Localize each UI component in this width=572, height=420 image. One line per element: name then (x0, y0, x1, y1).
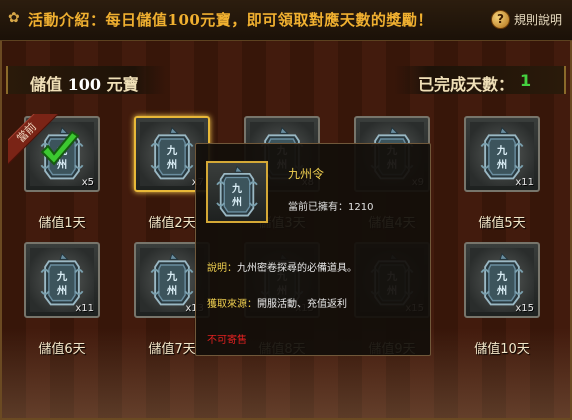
reward-slot-day-5[interactable]: 九 州 x11 (464, 116, 540, 192)
tooltip-source: 獲取來源：開服活動、充值返利 (207, 295, 347, 310)
rules-button[interactable]: ? 規則說明 (490, 8, 562, 30)
token-char-2: 州 (166, 285, 177, 297)
reward-slot-day-10[interactable]: 九 州 x15 (464, 242, 540, 318)
token-char-1: 九 (56, 270, 68, 283)
tooltip-owned-label: 當前已擁有： (288, 202, 348, 213)
token-icon: 九 州 (150, 126, 194, 180)
token-icon: 九 州 (480, 126, 524, 180)
deposit-requirement: 儲值 100 元寶 (30, 71, 139, 95)
flower-icon: ✿ (8, 10, 20, 26)
slot-day-label: 儲值6天 (38, 342, 86, 357)
token-char-1: 九 (231, 182, 242, 195)
token-char-2: 州 (166, 159, 177, 171)
tooltip-desc-label: 說明： (207, 263, 237, 274)
question-icon: ? (490, 9, 510, 29)
deposit-prefix: 儲值 (30, 75, 63, 94)
deposit-suffix: 元寶 (106, 75, 139, 94)
days-completed-container: 1 (520, 71, 532, 90)
token-icon: 九 州 (40, 252, 84, 306)
tooltip-source-label: 獲取來源： (207, 299, 257, 310)
days-completed-value: 1 (520, 71, 532, 90)
token-char-2: 州 (231, 197, 242, 209)
tooltip-description: 說明：九州密卷探尋的必備道具。 (207, 259, 357, 274)
claimed-check-icon (36, 126, 80, 170)
token-char-2: 州 (496, 285, 507, 297)
slot-day-label: 儲值10天 (474, 342, 530, 357)
token-char-2: 州 (496, 159, 507, 171)
slot-day-label: 儲值5天 (478, 216, 526, 231)
token-char-2: 州 (56, 285, 67, 297)
tooltip-owned-count: 1210 (348, 202, 374, 213)
rules-label: 規則說明 (513, 12, 562, 27)
tooltip-item-name: 九州令 (288, 167, 325, 181)
slot-quantity: x5 (81, 177, 94, 188)
days-completed-label: 已完成天數： (417, 75, 514, 94)
deposit-amount: 100 (67, 75, 101, 94)
intro-text: 活動介紹：每日儲值100元寶，即可領取對應天數的獎勵！ (28, 11, 433, 29)
token-char-1: 九 (166, 144, 178, 157)
token-char-1: 九 (496, 270, 508, 283)
slot-quantity: x15 (515, 303, 534, 314)
slot-day-label: 儲值1天 (38, 216, 86, 231)
token-char-1: 九 (496, 144, 508, 157)
tooltip-not-tradable: 不可寄售 (207, 335, 247, 346)
intro-banner: ✿ 活動介紹：每日儲值100元寶，即可領取對應天數的獎勵！ ? 規則說明 (0, 0, 572, 41)
tooltip-desc-text: 九州密卷探尋的必備道具。 (237, 263, 357, 274)
slot-quantity: x11 (515, 177, 534, 188)
token-icon: 九 州 (150, 252, 194, 306)
item-tooltip: 九 州 九州令 當前已擁有：1210 說明：九州密卷探尋的必備道具。 獲取來源：… (195, 143, 431, 356)
token-char-1: 九 (166, 270, 178, 283)
token-icon: 九 州 (216, 165, 258, 217)
slot-quantity: x11 (75, 303, 94, 314)
token-icon: 九 州 (480, 252, 524, 306)
tooltip-item-icon: 九 州 (206, 161, 268, 223)
tooltip-source-text: 開服活動、充值返利 (257, 299, 347, 310)
tooltip-owned: 當前已擁有：1210 (288, 198, 373, 213)
reward-slot-day-6[interactable]: 九 州 x11 (24, 242, 100, 318)
